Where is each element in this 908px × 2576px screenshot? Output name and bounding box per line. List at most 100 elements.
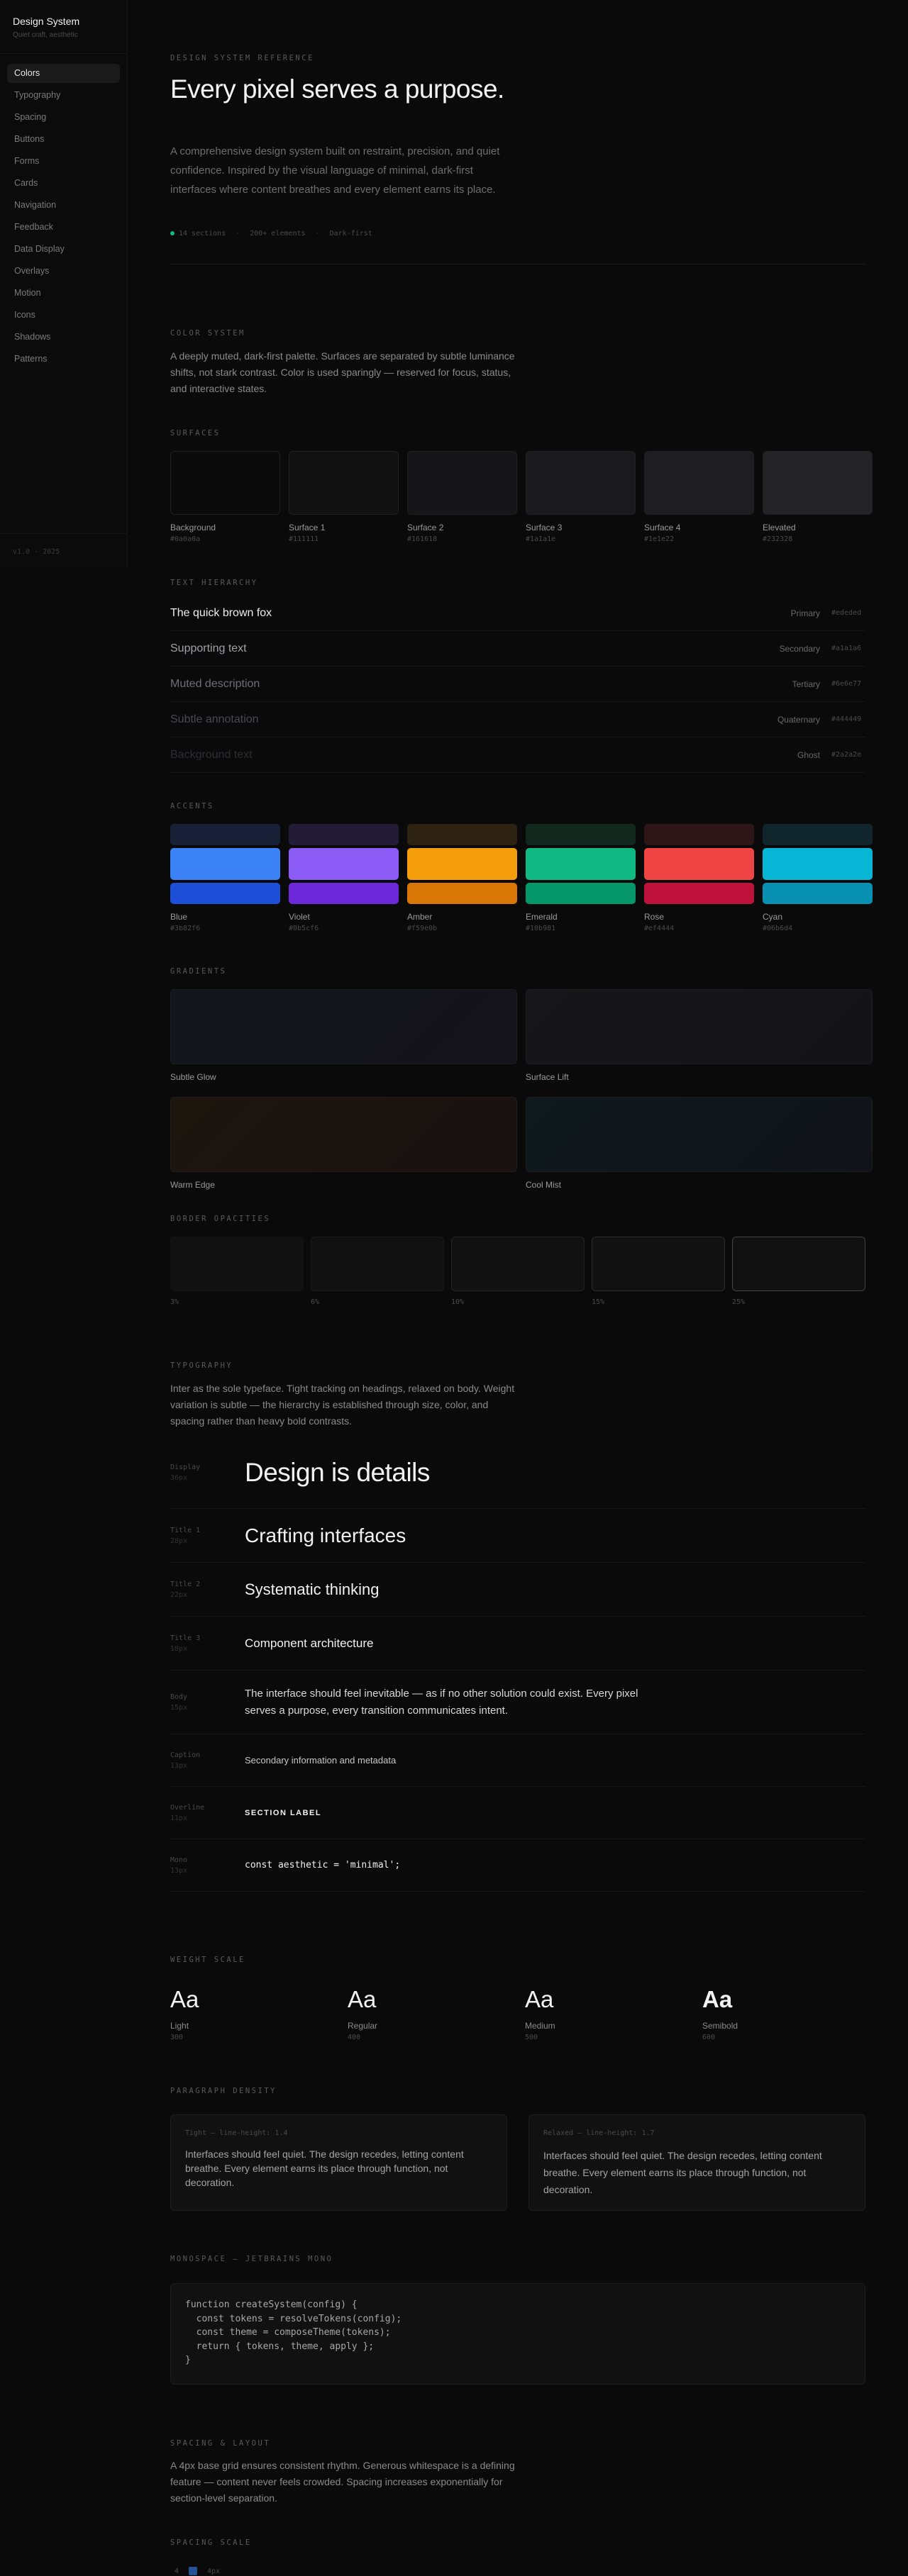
border-chip bbox=[170, 1237, 304, 1291]
text-token-name: Tertiary bbox=[792, 679, 820, 689]
weight-scale-label: WEIGHT SCALE bbox=[170, 1956, 245, 1964]
sidebar-item-overlays[interactable]: Overlays bbox=[7, 262, 120, 281]
gradient-chip bbox=[170, 1097, 517, 1172]
meta-sections: 14 sections bbox=[170, 230, 226, 238]
code-line: function createSystem(config) { bbox=[185, 2299, 358, 2310]
swatch-hex: #3b82f6 bbox=[170, 925, 201, 932]
swatch-name: Violet bbox=[289, 912, 310, 922]
swatch-name: Surface 3 bbox=[526, 523, 563, 533]
status-dot-icon bbox=[170, 231, 175, 235]
sidebar-item-navigation[interactable]: Navigation bbox=[7, 196, 120, 215]
sidebar-item-typography[interactable]: Typography bbox=[7, 86, 120, 105]
text-token-name: Primary bbox=[790, 608, 820, 618]
border-opacity-label: 25% bbox=[732, 1298, 746, 1306]
swatch-chip bbox=[763, 451, 873, 515]
sidebar-item-colors[interactable]: Colors bbox=[7, 64, 120, 83]
accent-dark-chip bbox=[644, 883, 754, 904]
swatch-name: Surface 1 bbox=[289, 523, 326, 533]
surface-swatch: Surface 4 #1e1e22 bbox=[644, 451, 754, 543]
type-style-name: Display bbox=[170, 1463, 201, 1471]
weight-value: 500 bbox=[525, 2034, 538, 2041]
swatch-name: Subtle Glow bbox=[170, 1072, 216, 1082]
type-style-name: Title 2 bbox=[170, 1580, 201, 1588]
text-hierarchy-row: Background text Ghost #2a2a2e bbox=[170, 737, 865, 773]
paragraph-text: Interfaces should feel quiet. The design… bbox=[543, 2150, 822, 2195]
weight-value: 400 bbox=[348, 2034, 361, 2041]
type-style-size: 18px bbox=[170, 1644, 188, 1653]
border-swatch: 3% bbox=[170, 1237, 304, 1306]
sidebar-item-data-display[interactable]: Data Display bbox=[7, 240, 120, 259]
swatch-name: Surface 2 bbox=[407, 523, 444, 533]
border-opacity-label: 3% bbox=[170, 1298, 179, 1306]
spacing-row: 4 4px bbox=[170, 2567, 220, 2575]
hero-eyebrow: DESIGN SYSTEM REFERENCE bbox=[170, 54, 314, 62]
text-sample: The quick brown fox bbox=[170, 606, 272, 619]
gradient-chip bbox=[170, 989, 517, 1064]
swatch-name: Amber bbox=[407, 912, 433, 922]
accent-base-chip bbox=[644, 848, 754, 880]
swatch-hex: #0a0a0a bbox=[170, 535, 201, 543]
type-scale-row: Mono 13px const aesthetic = 'minimal'; bbox=[170, 1839, 865, 1892]
gradient-swatch: Subtle Glow bbox=[170, 989, 517, 1097]
sidebar-item-spacing[interactable]: Spacing bbox=[7, 108, 120, 127]
type-scale-row: Overline 11px SECTION LABEL bbox=[170, 1787, 865, 1839]
type-scale-meta: Caption 13px bbox=[170, 1751, 245, 1770]
swatch-hex: #1a1a1e bbox=[526, 535, 556, 543]
swatch-chip bbox=[289, 451, 399, 515]
type-scale-row: Title 2 22px Systematic thinking bbox=[170, 1563, 865, 1617]
type-sample: The interface should feel inevitable — a… bbox=[245, 1687, 638, 1717]
sidebar-item-forms[interactable]: Forms bbox=[7, 152, 120, 171]
type-scale-row: Title 3 18px Component architecture bbox=[170, 1617, 865, 1671]
border-swatch: 25% bbox=[732, 1237, 865, 1306]
text-hierarchy-row: Muted description Tertiary #6e6e77 bbox=[170, 667, 865, 702]
swatch-hex: #111111 bbox=[289, 535, 319, 543]
paragraph-density-cards: Tight — line-height: 1.4 Interfaces shoul… bbox=[170, 2114, 865, 2211]
sidebar-item-feedback[interactable]: Feedback bbox=[7, 218, 120, 237]
gradient-chip bbox=[526, 989, 873, 1064]
swatch-name: Emerald bbox=[526, 912, 558, 922]
gradient-swatch: Cool Mist bbox=[526, 1097, 873, 1205]
type-sample: Component architecture bbox=[245, 1636, 374, 1650]
type-scale-meta: Mono 13px bbox=[170, 1856, 245, 1875]
accent-dark-chip bbox=[526, 883, 636, 904]
accent-dark-chip bbox=[289, 883, 399, 904]
surface-swatch: Surface 1 #111111 bbox=[289, 451, 399, 543]
text-token: Tertiary #6e6e77 bbox=[792, 679, 865, 689]
text-token-hex: #a1a1a6 bbox=[831, 645, 862, 652]
sidebar-item-cards[interactable]: Cards bbox=[7, 174, 120, 193]
spacing-scale-label: SPACING SCALE bbox=[170, 2538, 252, 2547]
type-scale-meta: Overline 11px bbox=[170, 1804, 245, 1822]
surface-swatch: Surface 3 #1a1a1e bbox=[526, 451, 636, 543]
text-token-hex: #6e6e77 bbox=[831, 680, 862, 688]
type-sample: Design is details bbox=[245, 1457, 430, 1487]
weight-value: 600 bbox=[702, 2034, 716, 2041]
meta-theme: Dark-first bbox=[329, 230, 372, 238]
text-sample: Subtle annotation bbox=[170, 713, 259, 725]
gradient-swatch: Warm Edge bbox=[170, 1097, 517, 1205]
swatch-chip bbox=[407, 451, 517, 515]
swatch-name: Elevated bbox=[763, 523, 796, 533]
gradient-chip bbox=[526, 1097, 873, 1172]
paragraph-card: Relaxed — line-height: 1.7 Interfaces sho… bbox=[528, 2114, 865, 2211]
type-style-size: 28px bbox=[170, 1537, 188, 1545]
sidebar-item-patterns[interactable]: Patterns bbox=[7, 350, 120, 369]
page-title: Every pixel serves a purpose. bbox=[170, 74, 504, 104]
sidebar-item-buttons[interactable]: Buttons bbox=[7, 130, 120, 149]
swatch-name: Cyan bbox=[763, 912, 783, 922]
swatch-chip bbox=[644, 451, 754, 515]
type-sample: Secondary information and metadata bbox=[245, 1755, 397, 1766]
sidebar-item-motion[interactable]: Motion bbox=[7, 284, 120, 303]
type-style-size: 13px bbox=[170, 1866, 188, 1875]
text-hierarchy-row: Supporting text Secondary #a1a1a6 bbox=[170, 631, 865, 667]
text-hierarchy-list: The quick brown fox Primary #ededed Support… bbox=[170, 596, 865, 773]
text-token-name: Quaternary bbox=[777, 714, 820, 725]
border-swatch: 10% bbox=[451, 1237, 585, 1306]
sidebar-item-shadows[interactable]: Shadows bbox=[7, 328, 120, 347]
paragraph-label: Tight — line-height: 1.4 bbox=[185, 2129, 288, 2137]
type-scale-row: Caption 13px Secondary information and met… bbox=[170, 1734, 865, 1787]
type-style-size: 13px bbox=[170, 1761, 188, 1770]
gradient-swatches: Subtle Glow Surface Lift Warm Edge Cool Mis… bbox=[170, 989, 873, 1205]
sidebar-item-icons[interactable]: Icons bbox=[7, 306, 120, 325]
border-opacity-label: 10% bbox=[451, 1298, 465, 1306]
weight-value: 300 bbox=[170, 2034, 184, 2041]
